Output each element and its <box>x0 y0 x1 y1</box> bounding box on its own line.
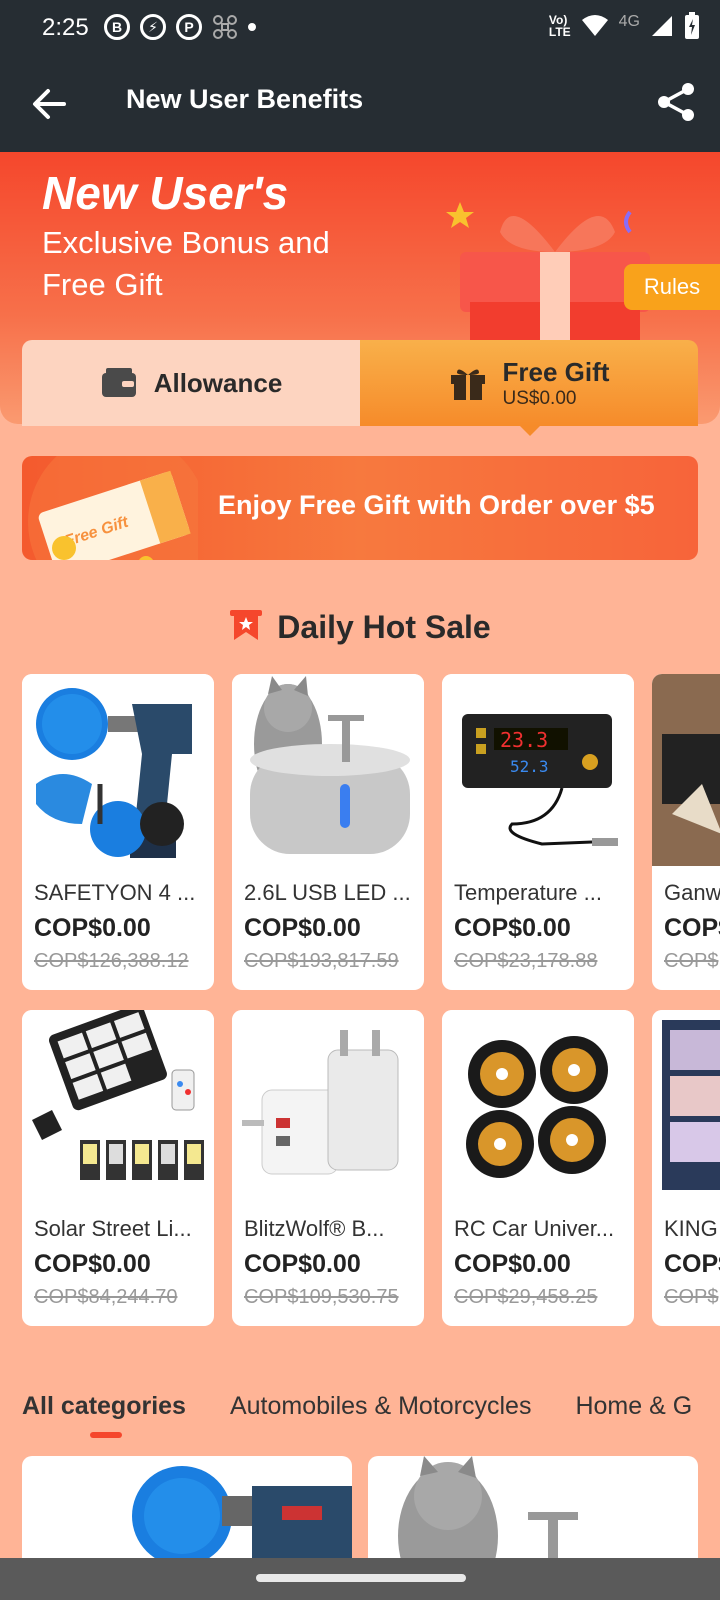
product-price: COP$ <box>664 914 720 942</box>
product-name: 2.6L USB LED ... <box>244 880 411 905</box>
product-price: COP$0.00 <box>34 1250 151 1278</box>
product-image-drill-brush <box>132 1466 352 1566</box>
wifi-icon <box>581 15 608 36</box>
dot-icon <box>248 23 256 31</box>
product-image-ganw <box>652 674 720 866</box>
product-image-charger <box>232 1010 424 1202</box>
product-name: RC Car Univer... <box>454 1216 615 1241</box>
product-price: COP$0.00 <box>454 914 571 942</box>
gift-icon <box>450 369 485 400</box>
free-gift-ticket-icon: Free Gift <box>28 456 198 560</box>
notification-icons: B ⚡ P <box>104 14 256 40</box>
tab-free-gift-label: Free Gift <box>502 356 610 387</box>
bookmark-ribbon-icon <box>230 610 263 640</box>
system-nav-bar <box>0 1558 720 1600</box>
category-tabs: All categories Automobiles & Motorcycles H… <box>22 1392 720 1442</box>
free-gift-promo-banner[interactable]: Free Gift Enjoy Free Gift with Order ove… <box>22 456 698 560</box>
product-image-solar-light <box>22 1010 214 1202</box>
product-image-rc-wheels <box>442 1010 634 1202</box>
tab-allowance[interactable]: Allowance <box>22 340 360 426</box>
product-card[interactable]: Solar Street Li... COP$0.00 COP$84,244.7… <box>22 1010 214 1326</box>
product-old-price: COP$126,388.12 <box>34 950 189 972</box>
product-old-price: COP$ <box>664 950 719 972</box>
volte-icon: Vo) LTE <box>548 13 571 39</box>
hero-subline: Exclusive Bonus and Free Gift <box>42 225 330 302</box>
product-image-cat-fountain <box>232 674 424 866</box>
p-circle-icon: P <box>176 14 202 40</box>
product-image-king <box>652 1010 720 1202</box>
product-card[interactable]: RC Car Univer... COP$0.00 COP$29,458.25 <box>442 1010 634 1326</box>
product-card[interactable]: 2.6L USB LED ... COP$0.00 COP$193,817.59 <box>232 674 424 990</box>
product-price: COP$ <box>664 1250 720 1278</box>
status-time: 2:25 <box>42 14 89 41</box>
svg-text:23.3: 23.3 <box>500 728 548 752</box>
product-grid: SAFETYON 4 ... COP$0.00 COP$126,388.12 2… <box>22 674 720 1334</box>
product-old-price: COP$193,817.59 <box>244 950 399 972</box>
product-image-cat-fountain <box>398 1456 578 1566</box>
product-name: KING <box>664 1216 718 1241</box>
promo-text: Enjoy Free Gift with Order over $5 <box>218 490 655 520</box>
product-old-price: COP$29,458.25 <box>454 1286 598 1308</box>
list-item[interactable] <box>368 1456 698 1566</box>
product-name: Solar Street Li... <box>34 1216 192 1241</box>
hero-headline: New User's <box>42 167 289 219</box>
messenger-icon: ⚡ <box>140 14 166 40</box>
product-name: BlitzWolf® B... <box>244 1216 385 1241</box>
product-name: SAFETYON 4 ... <box>34 880 196 905</box>
back-arrow-icon[interactable] <box>28 82 72 126</box>
daily-hot-sale-title: Daily Hot Sale <box>0 608 720 646</box>
app-bar: New User Benefits <box>0 56 720 152</box>
status-bar: 2:25 B ⚡ P Vo) LTE 4G <box>0 0 720 56</box>
product-image-thermostat: 23.3 52.3 <box>442 674 634 866</box>
wallet-icon <box>101 368 136 397</box>
network-type: 4G <box>618 13 640 30</box>
product-price: COP$0.00 <box>244 914 361 942</box>
product-price: COP$0.00 <box>454 1250 571 1278</box>
signal-icon <box>652 16 672 36</box>
tab-allowance-label: Allowance <box>153 367 283 398</box>
benefit-tabs: Allowance Free Gift US$0.00 <box>22 340 698 436</box>
product-price: COP$0.00 <box>34 914 151 942</box>
product-image-drill-brush <box>22 674 214 866</box>
page-title: New User Benefits <box>126 84 364 114</box>
product-price: COP$0.00 <box>244 1250 361 1278</box>
tab-automobiles-motorcycles[interactable]: Automobiles & Motorcycles <box>230 1392 532 1421</box>
product-old-price: COP$109,530.75 <box>244 1286 399 1308</box>
product-name: Ganw <box>664 880 720 905</box>
category-product-list <box>22 1456 698 1566</box>
home-gesture-handle[interactable] <box>256 1574 466 1582</box>
product-name: Temperature ... <box>454 880 602 905</box>
drone-icon <box>213 15 237 39</box>
free-gift-value: US$0.00 <box>502 387 577 409</box>
share-icon[interactable] <box>654 80 698 124</box>
system-icons: Vo) LTE 4G <box>549 12 700 40</box>
svg-text:52.3: 52.3 <box>510 757 549 776</box>
product-card[interactable]: SAFETYON 4 ... COP$0.00 COP$126,388.12 <box>22 674 214 990</box>
product-card[interactable]: KING COP$ COP$ <box>652 1010 720 1326</box>
product-old-price: COP$84,244.70 <box>34 1286 178 1308</box>
tab-all-categories[interactable]: All categories <box>22 1392 186 1438</box>
battery-icon <box>685 12 699 39</box>
tab-home-garden[interactable]: Home & G <box>575 1392 692 1421</box>
list-item[interactable] <box>22 1456 352 1566</box>
product-card[interactable]: 23.3 52.3 Temperature ... COP$0.00 COP$23… <box>442 674 634 990</box>
section-title-text: Daily Hot Sale <box>277 609 491 645</box>
product-card[interactable]: Ganw COP$ COP$ <box>652 674 720 990</box>
product-old-price: COP$23,178.88 <box>454 950 598 972</box>
tab-free-gift[interactable]: Free Gift US$0.00 <box>360 340 698 436</box>
rules-button[interactable]: Rules <box>624 264 720 310</box>
product-card[interactable]: BlitzWolf® B... COP$0.00 COP$109,530.75 <box>232 1010 424 1326</box>
product-old-price: COP$ <box>664 1286 719 1308</box>
b-circle-icon: B <box>104 14 130 40</box>
